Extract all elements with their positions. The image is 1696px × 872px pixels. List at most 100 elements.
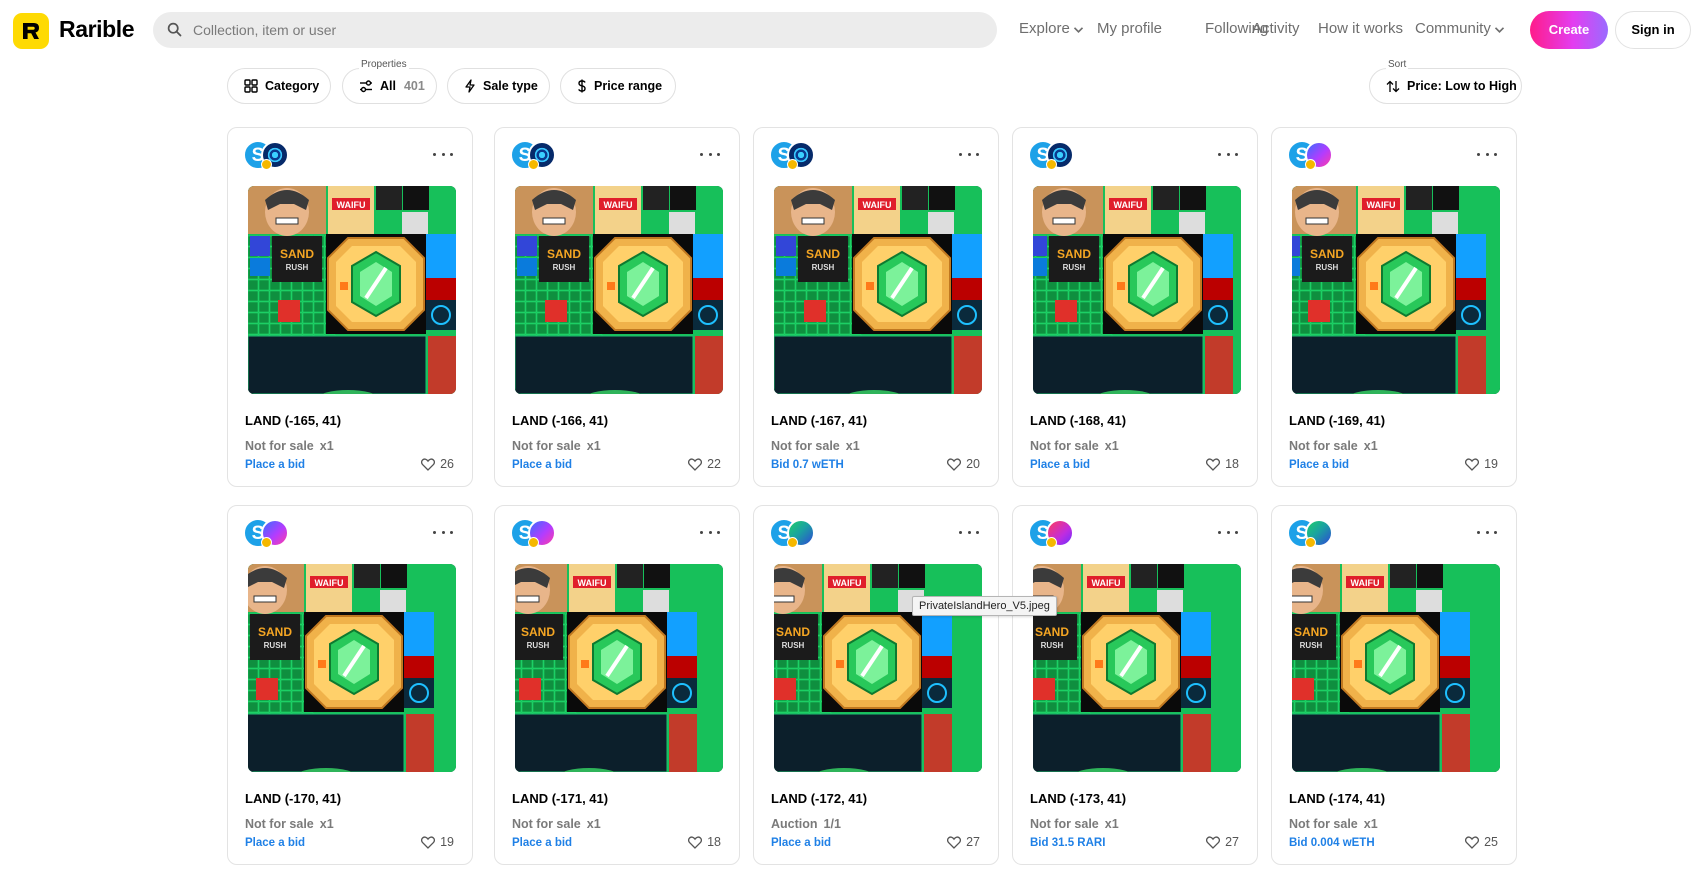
bid-link[interactable]: Place a bid bbox=[245, 837, 305, 849]
nav-explore-label: Explore bbox=[1019, 20, 1070, 37]
like-button[interactable]: 18 bbox=[688, 835, 721, 849]
sign-in-button[interactable]: Sign in bbox=[1615, 11, 1691, 49]
category-filter-button[interactable]: Category bbox=[227, 68, 331, 104]
nav-community[interactable]: Community bbox=[1415, 20, 1505, 38]
verified-badge-icon bbox=[787, 159, 798, 170]
like-button[interactable]: 26 bbox=[421, 457, 454, 471]
sale-status: Not for sale x1 bbox=[512, 817, 601, 831]
nft-thumbnail[interactable]: WAIFU SAND RUSH bbox=[515, 186, 723, 394]
app-name[interactable]: Rarible bbox=[59, 16, 135, 43]
bid-link[interactable]: Bid 0.004 wETH bbox=[1289, 837, 1375, 849]
verified-badge-icon bbox=[1046, 537, 1057, 548]
bid-link[interactable]: Place a bid bbox=[512, 459, 572, 471]
nft-thumbnail[interactable]: WAIFU SAND RUSH bbox=[1292, 186, 1500, 394]
svg-text:RUSH: RUSH bbox=[1300, 641, 1323, 650]
heart-icon bbox=[1206, 835, 1221, 849]
verified-badge-icon bbox=[1305, 537, 1316, 548]
more-options-icon[interactable] bbox=[959, 146, 979, 162]
search-input[interactable] bbox=[189, 12, 979, 48]
nft-card-6[interactable]: S WAIFU SAND RUSH LAND (-170, 41) Not for … bbox=[227, 505, 473, 865]
bid-link[interactable]: Place a bid bbox=[1030, 459, 1090, 471]
nft-thumbnail[interactable]: WAIFU SAND RUSH bbox=[248, 564, 456, 772]
nav-explore[interactable]: Explore bbox=[1019, 20, 1084, 38]
create-button[interactable]: Create bbox=[1530, 11, 1608, 49]
more-options-icon[interactable] bbox=[1218, 146, 1238, 162]
nft-card-8[interactable]: S WAIFU SAND RUSH LAND (-172, 41) Auction 1… bbox=[753, 505, 999, 865]
sort-button[interactable]: Sort Price: Low to High bbox=[1369, 59, 1522, 104]
like-button[interactable]: 27 bbox=[1206, 835, 1239, 849]
search-bar[interactable] bbox=[153, 12, 997, 48]
nft-thumbnail[interactable]: WAIFU SAND RUSH bbox=[1292, 564, 1500, 772]
svg-text:WAIFU: WAIFU bbox=[604, 200, 633, 210]
nft-card-4[interactable]: S WAIFU SAND RUSH LAND (-168, 41) Not for … bbox=[1012, 127, 1258, 487]
more-options-icon[interactable] bbox=[1477, 524, 1497, 540]
bid-link[interactable]: Bid 31.5 RARI bbox=[1030, 837, 1105, 849]
svg-text:WAIFU: WAIFU bbox=[1367, 200, 1396, 210]
nav-community-label: Community bbox=[1415, 20, 1491, 37]
nft-title: LAND (-171, 41) bbox=[512, 791, 609, 806]
like-count: 19 bbox=[440, 835, 454, 849]
like-button[interactable]: 27 bbox=[947, 835, 980, 849]
nft-card-1[interactable]: S WAIFU SAND RUSH LAND (-165, 41) Not for … bbox=[227, 127, 473, 487]
sale-status-text: Not for sale bbox=[1289, 439, 1358, 453]
like-button[interactable]: 20 bbox=[947, 457, 980, 471]
svg-text:SAND: SAND bbox=[280, 247, 314, 261]
like-button[interactable]: 19 bbox=[421, 835, 454, 849]
svg-text:WAIFU: WAIFU bbox=[1351, 578, 1380, 588]
bid-link[interactable]: Place a bid bbox=[245, 459, 305, 471]
bid-link[interactable]: Bid 0.7 wETH bbox=[771, 459, 844, 471]
like-button[interactable]: 25 bbox=[1465, 835, 1498, 849]
rarible-logo-icon[interactable] bbox=[13, 13, 49, 49]
like-count: 18 bbox=[707, 835, 721, 849]
nav-my-profile[interactable]: My profile bbox=[1097, 20, 1162, 37]
nav-activity[interactable]: Activity bbox=[1252, 20, 1300, 37]
more-options-icon[interactable] bbox=[433, 146, 453, 162]
nft-title: LAND (-170, 41) bbox=[245, 791, 342, 806]
sale-type-filter-button[interactable]: Sale type bbox=[447, 68, 550, 104]
nft-card-5[interactable]: S WAIFU SAND RUSH LAND (-169, 41) Not for … bbox=[1271, 127, 1517, 487]
sale-quantity: x1 bbox=[586, 817, 601, 831]
bid-link[interactable]: Place a bid bbox=[512, 837, 572, 849]
bid-link[interactable]: Place a bid bbox=[771, 837, 831, 849]
bid-link[interactable]: Place a bid bbox=[1289, 459, 1349, 471]
nft-card-2[interactable]: S WAIFU SAND RUSH LAND (-166, 41) Not for … bbox=[494, 127, 740, 487]
nft-thumbnail[interactable]: WAIFU SAND RUSH bbox=[515, 564, 723, 772]
like-count: 20 bbox=[966, 457, 980, 471]
svg-text:SAND: SAND bbox=[1294, 625, 1328, 639]
price-range-filter-button[interactable]: Price range bbox=[560, 68, 676, 104]
more-options-icon[interactable] bbox=[700, 146, 720, 162]
nft-thumbnail[interactable]: WAIFU SAND RUSH bbox=[1033, 564, 1241, 772]
lightning-icon bbox=[464, 79, 476, 93]
nft-thumbnail[interactable]: WAIFU SAND RUSH bbox=[1033, 186, 1241, 394]
owner-avatars: S bbox=[1029, 141, 1089, 171]
svg-text:RUSH: RUSH bbox=[782, 641, 805, 650]
like-button[interactable]: 18 bbox=[1206, 457, 1239, 471]
sliders-icon bbox=[359, 79, 373, 93]
more-options-icon[interactable] bbox=[1477, 146, 1497, 162]
nft-thumbnail[interactable]: WAIFU SAND RUSH bbox=[774, 186, 982, 394]
more-options-icon[interactable] bbox=[700, 524, 720, 540]
owner-avatars: S bbox=[244, 519, 304, 549]
more-options-icon[interactable] bbox=[1218, 524, 1238, 540]
nft-title: LAND (-165, 41) bbox=[245, 413, 342, 428]
like-button[interactable]: 22 bbox=[688, 457, 721, 471]
nft-card-10[interactable]: S WAIFU SAND RUSH LAND (-174, 41) Not for … bbox=[1271, 505, 1517, 865]
nft-thumbnail[interactable]: WAIFU SAND RUSH bbox=[248, 186, 456, 394]
sale-status-text: Not for sale bbox=[771, 439, 840, 453]
sale-quantity: x1 bbox=[1104, 439, 1119, 453]
nft-card-7[interactable]: S WAIFU SAND RUSH LAND (-171, 41) Not for … bbox=[494, 505, 740, 865]
nft-card-3[interactable]: S WAIFU SAND RUSH LAND (-167, 41) Not for … bbox=[753, 127, 999, 487]
properties-filter-button[interactable]: Properties All 401 bbox=[342, 59, 437, 104]
verified-badge-icon bbox=[528, 537, 539, 548]
sale-status: Not for sale x1 bbox=[1289, 439, 1378, 453]
nav-how-it-works[interactable]: How it works bbox=[1318, 20, 1403, 37]
properties-count: 401 bbox=[403, 79, 425, 93]
like-button[interactable]: 19 bbox=[1465, 457, 1498, 471]
nft-card-9[interactable]: S WAIFU SAND RUSH LAND (-173, 41) Not for … bbox=[1012, 505, 1258, 865]
sale-quantity: x1 bbox=[1104, 817, 1119, 831]
more-options-icon[interactable] bbox=[959, 524, 979, 540]
more-options-icon[interactable] bbox=[433, 524, 453, 540]
svg-text:RUSH: RUSH bbox=[286, 263, 309, 272]
verified-badge-icon bbox=[1305, 159, 1316, 170]
category-label: Category bbox=[265, 79, 320, 93]
